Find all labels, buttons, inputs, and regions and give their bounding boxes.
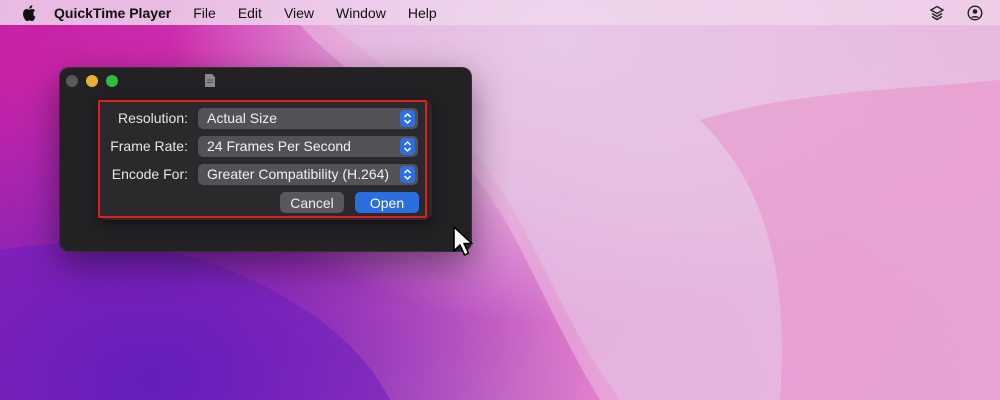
title-bar[interactable] xyxy=(59,67,472,95)
minimize-button[interactable] xyxy=(86,75,98,87)
menu-bar: QuickTime Player File Edit View Window H… xyxy=(0,0,1000,25)
close-button[interactable] xyxy=(66,75,78,87)
layers-icon[interactable] xyxy=(928,4,946,22)
mouse-pointer-icon xyxy=(453,226,473,256)
document-icon xyxy=(205,74,215,87)
menu-window[interactable]: Window xyxy=(336,5,386,21)
user-circle-icon[interactable] xyxy=(966,4,984,22)
menu-view[interactable]: View xyxy=(284,5,314,21)
apple-icon[interactable] xyxy=(18,4,40,21)
highlight-box xyxy=(98,100,427,218)
zoom-button[interactable] xyxy=(106,75,118,87)
menu-edit[interactable]: Edit xyxy=(238,5,262,21)
menu-help[interactable]: Help xyxy=(408,5,437,21)
app-menu[interactable]: QuickTime Player xyxy=(54,5,171,21)
menu-extras xyxy=(928,4,984,22)
menu-file[interactable]: File xyxy=(193,5,216,21)
